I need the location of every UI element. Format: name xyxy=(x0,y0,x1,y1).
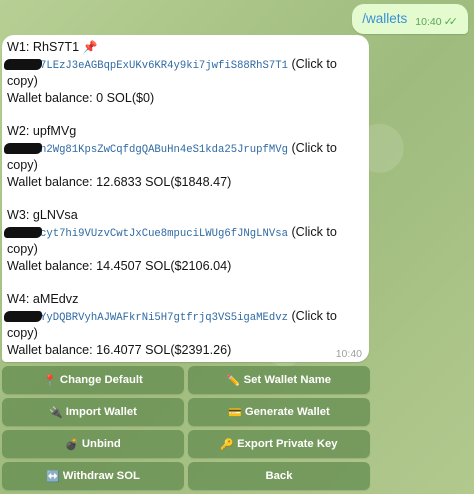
button-label: Export Private Key xyxy=(237,438,338,450)
wallet-address[interactable]: n2Wg81KpsZwCqfdgQABuHn4eS1kda25JrupfMVg xyxy=(40,144,288,156)
wallet-balance: Wallet balance: 0 SOL($0) xyxy=(7,91,155,105)
key-icon: 🔑 xyxy=(220,438,235,451)
pushpin-icon: 📍 xyxy=(43,374,57,387)
button-label: Withdraw SOL xyxy=(62,470,140,482)
pencil-icon: ✏️ xyxy=(226,374,241,387)
wallet-address-line: YyDQBRVyhAJWAFkrNi5H7gtfrjq3VS5igaMEdvz … xyxy=(4,308,357,325)
wallets-message: W1: RhS7T1 📌 7LEzJ3eAGBqpExUKv6KR4y9ki7j… xyxy=(2,35,369,362)
wallet-entry: W4: aMEdvz YyDQBRVyhAJWAFkrNi5H7gtfrjq3V… xyxy=(4,291,357,359)
pushpin-icon: 📌 xyxy=(82,40,98,54)
click-to-copy-hint-suffix: copy) xyxy=(7,74,38,88)
button-label: Generate Wallet xyxy=(244,406,330,418)
click-to-copy-hint: (Click to xyxy=(291,309,337,323)
wallet-balance: Wallet balance: 12.6833 SOL($1848.47) xyxy=(7,175,232,189)
bomb-icon: 💣 xyxy=(65,438,79,451)
wallet-address-line: 7LEzJ3eAGBqpExUKv6KR4y9ki7jwfiS88RhS7T1 … xyxy=(4,56,357,73)
wallet-entry: W2: upfMVg n2Wg81KpsZwCqfdgQABuHn4eS1kda… xyxy=(4,123,357,191)
button-label: Set Wallet Name xyxy=(243,374,332,386)
unbind-button[interactable]: 💣 Unbind xyxy=(2,430,184,458)
wallet-title: W1: RhS7T1 xyxy=(7,40,80,54)
message-meta: 10:40 ✓✓ xyxy=(415,16,458,28)
button-label: Unbind xyxy=(81,438,121,450)
keyboard-row: ↔️ Withdraw SOL Back xyxy=(2,462,370,490)
wallet-title-line: W1: RhS7T1 📌 xyxy=(7,39,357,56)
back-button[interactable]: Back xyxy=(188,462,370,490)
wallet-address[interactable]: YyDQBRVyhAJWAFkrNi5H7gtfrjq3VS5igaMEdvz xyxy=(40,312,288,324)
wallet-address-line: n2Wg81KpsZwCqfdgQABuHn4eS1kda25JrupfMVg … xyxy=(4,140,357,157)
generate-wallet-button[interactable]: 💳 Generate Wallet xyxy=(188,398,370,426)
button-label: Back xyxy=(265,470,293,482)
keyboard-row: 🔌 Import Wallet 💳 Generate Wallet xyxy=(2,398,370,426)
arrows-icon: ↔️ xyxy=(46,470,60,483)
redaction-mark xyxy=(4,143,42,154)
wallet-title: W2: upfMVg xyxy=(7,124,77,138)
export-private-key-button[interactable]: 🔑 Export Private Key xyxy=(188,430,370,458)
click-to-copy-hint: (Click to xyxy=(291,225,337,239)
button-label: Import Wallet xyxy=(65,406,137,418)
click-to-copy-hint-suffix: copy) xyxy=(7,242,38,256)
wallet-entry: W1: RhS7T1 📌 7LEzJ3eAGBqpExUKv6KR4y9ki7j… xyxy=(4,39,357,107)
message-time: 10:40 xyxy=(335,348,362,360)
wallet-balance: Wallet balance: 14.4507 SOL($2106.04) xyxy=(7,259,232,273)
wallet-balance: Wallet balance: 16.4077 SOL($2391.26) xyxy=(7,343,232,357)
read-checkmarks-icon: ✓✓ xyxy=(443,16,459,28)
wallet-address[interactable]: 7LEzJ3eAGBqpExUKv6KR4y9ki7jwfiS88RhS7T1 xyxy=(40,60,288,72)
message-time: 10:40 xyxy=(415,16,442,28)
redaction-mark xyxy=(4,311,42,322)
wallet-address-line: cyt7hi9VUzvCwtJxCue8mpuciLWUg6fJNgLNVsa … xyxy=(4,224,357,241)
wallet-title: W3: gLNVsa xyxy=(7,208,78,222)
inline-keyboard: 📍 Change Default ✏️ Set Wallet Name 🔌 Im… xyxy=(2,366,370,494)
click-to-copy-hint-suffix: copy) xyxy=(7,158,38,172)
redaction-mark xyxy=(4,227,42,238)
change-default-button[interactable]: 📍 Change Default xyxy=(2,366,184,394)
keyboard-row: 💣 Unbind 🔑 Export Private Key xyxy=(2,430,370,458)
click-to-copy-hint: (Click to xyxy=(291,141,337,155)
card-icon: 💳 xyxy=(228,406,242,419)
redaction-mark xyxy=(4,59,42,70)
outgoing-message: /wallets 10:40 ✓✓ xyxy=(352,4,468,34)
wallet-title: W4: aMEdvz xyxy=(7,292,79,306)
click-to-copy-hint-suffix: copy) xyxy=(7,326,38,340)
wallet-address[interactable]: cyt7hi9VUzvCwtJxCue8mpuciLWUg6fJNgLNVsa xyxy=(40,228,288,240)
set-wallet-name-button[interactable]: ✏️ Set Wallet Name xyxy=(188,366,370,394)
plug-icon: 🔌 xyxy=(49,406,63,419)
withdraw-sol-button[interactable]: ↔️ Withdraw SOL xyxy=(2,462,184,490)
click-to-copy-hint: (Click to xyxy=(291,57,337,71)
button-label: Change Default xyxy=(59,374,143,386)
import-wallet-button[interactable]: 🔌 Import Wallet xyxy=(2,398,184,426)
keyboard-row: 📍 Change Default ✏️ Set Wallet Name xyxy=(2,366,370,394)
wallet-entry: W3: gLNVsa cyt7hi9VUzvCwtJxCue8mpuciLWUg… xyxy=(4,207,357,275)
command-text[interactable]: /wallets xyxy=(362,10,407,28)
